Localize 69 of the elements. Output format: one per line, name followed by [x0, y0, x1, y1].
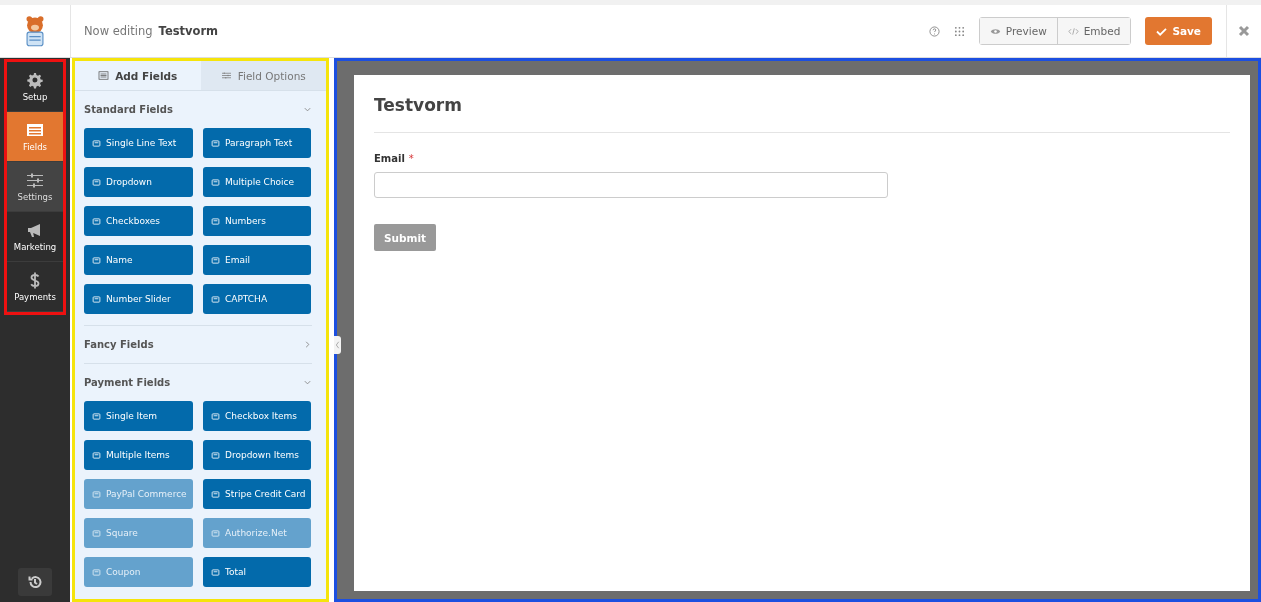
gear-icon — [26, 71, 44, 89]
email-input[interactable] — [374, 172, 888, 198]
field-type-icon — [211, 216, 220, 226]
list-icon — [98, 71, 110, 80]
field-button[interactable]: Total — [203, 557, 311, 587]
close-icon[interactable] — [1238, 25, 1250, 37]
field-type-icon — [92, 567, 101, 577]
chevron-icon — [335, 341, 340, 349]
field-button[interactable]: Paragraph Text — [203, 128, 311, 158]
chevron-icon — [303, 378, 312, 387]
panel-tab[interactable]: Field Options — [200, 61, 326, 90]
section-header[interactable]: Standard Fields — [84, 91, 312, 128]
nav-item[interactable]: Settings — [7, 162, 63, 212]
field-button[interactable]: Number Slider — [84, 284, 193, 314]
field-type-icon — [92, 177, 101, 187]
field-button[interactable]: Numbers — [203, 206, 311, 236]
field-type-icon — [92, 294, 101, 304]
field-button[interactable]: Single Line Text — [84, 128, 193, 158]
chevron-icon — [303, 340, 312, 349]
preview-button[interactable]: Preview — [979, 18, 1057, 44]
check-icon — [1156, 26, 1168, 36]
field-type-icon — [211, 489, 220, 499]
required-mark: * — [408, 153, 414, 164]
field-button[interactable]: Stripe Credit Card — [203, 479, 311, 509]
history-icon — [27, 574, 43, 590]
field-button[interactable]: Name — [84, 245, 193, 275]
field-type-icon — [211, 255, 220, 265]
chevron-icon — [303, 105, 312, 114]
field-type-icon — [92, 528, 101, 538]
field-button[interactable]: Checkbox Items — [203, 401, 311, 431]
editing-label: Now editing — [84, 24, 153, 38]
form-name: Testvorm — [158, 24, 219, 38]
field-button[interactable]: Multiple Choice — [203, 167, 311, 197]
field-label: Email — [374, 153, 405, 164]
field-button[interactable]: Email — [203, 245, 311, 275]
embed-button[interactable]: Embed — [1056, 18, 1131, 44]
form-title: Testvorm — [374, 95, 463, 115]
field-button[interactable]: Dropdown Items — [203, 440, 311, 470]
field-type-icon — [211, 294, 220, 304]
field-button[interactable]: Single Item — [84, 401, 193, 431]
collapse-handle[interactable] — [334, 336, 341, 354]
grid-menu-icon[interactable] — [953, 25, 965, 37]
field-type-icon — [211, 138, 220, 148]
field-button[interactable]: CAPTCHA — [203, 284, 311, 314]
code-icon — [1067, 26, 1079, 36]
section-header[interactable]: Payment Fields — [84, 364, 312, 401]
field-type-icon — [92, 489, 101, 499]
save-button[interactable]: Save — [1145, 17, 1212, 45]
nav-item[interactable]: Fields — [7, 112, 63, 162]
field-button[interactable]: Dropdown — [84, 167, 193, 197]
field-type-icon — [211, 450, 220, 460]
eye-icon — [989, 26, 1001, 36]
help-icon[interactable] — [928, 25, 940, 37]
sliders-icon — [220, 71, 232, 80]
field-type-icon — [92, 138, 101, 148]
field-button[interactable]: Checkboxes — [84, 206, 193, 236]
field-type-icon — [211, 567, 220, 577]
field-type-icon — [211, 177, 220, 187]
field-type-icon — [92, 216, 101, 226]
field-button[interactable]: Multiple Items — [84, 440, 193, 470]
field-type-icon — [211, 411, 220, 421]
list-icon — [26, 121, 44, 139]
field-type-icon — [211, 528, 220, 538]
section-header[interactable]: Fancy Fields — [84, 326, 312, 363]
field-type-icon — [92, 450, 101, 460]
revisions-button[interactable] — [18, 568, 52, 596]
field-type-icon — [92, 411, 101, 421]
sliders-icon — [26, 171, 44, 189]
field-type-icon — [92, 255, 101, 265]
